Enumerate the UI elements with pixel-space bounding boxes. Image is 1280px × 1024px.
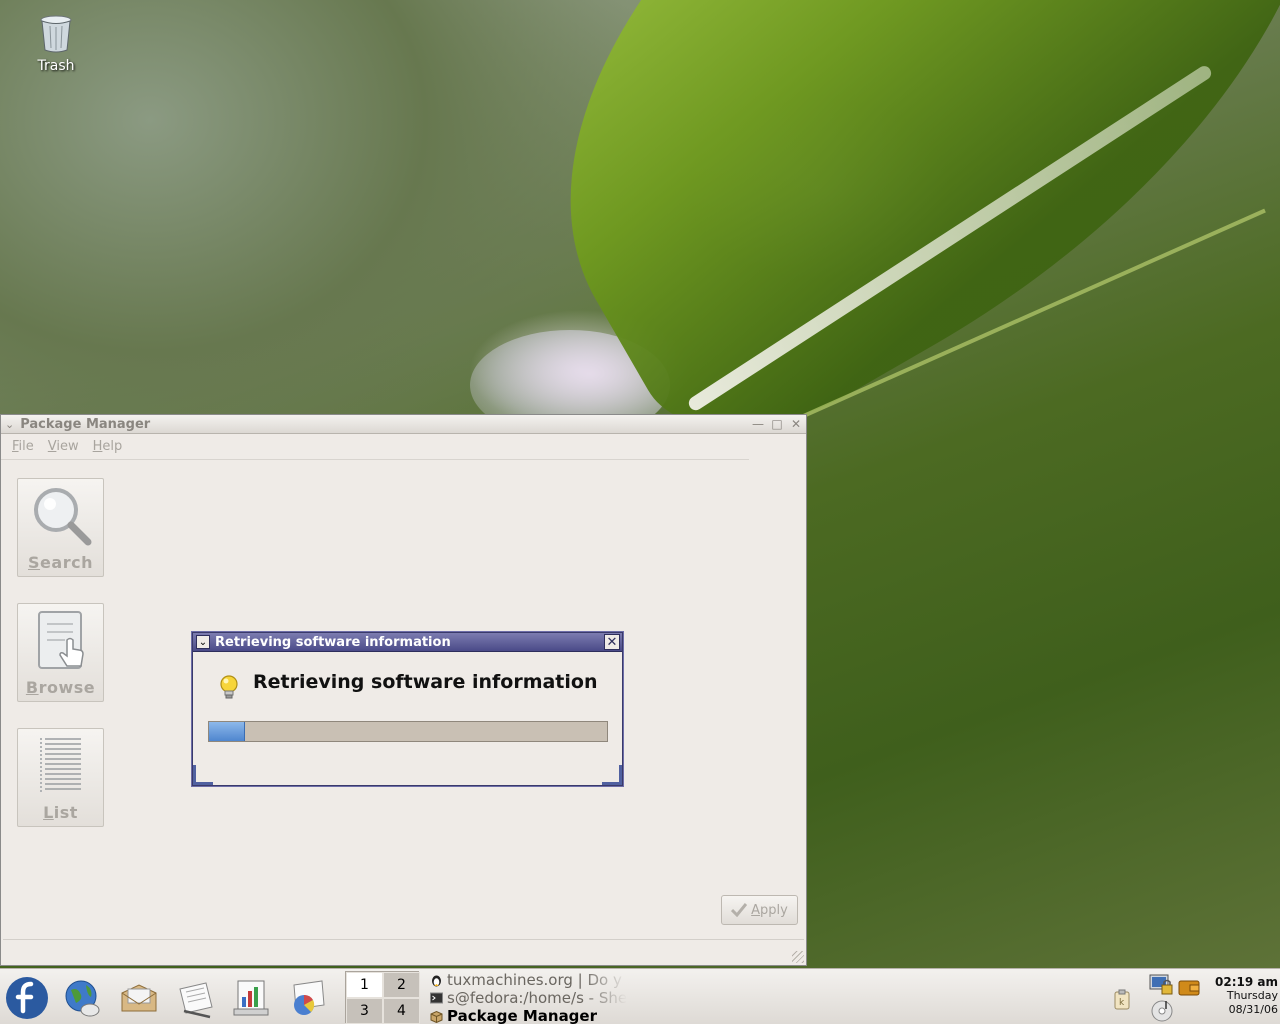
text-editor-launcher[interactable] [172,975,218,1021]
retrieving-dialog: ⌄ Retrieving software information ✕ Retr… [192,632,623,786]
network-lock-icon[interactable] [1148,973,1174,997]
list-rest: ist [53,803,78,822]
task-terminal[interactable]: s@fedora:/home/s - She [430,989,630,1007]
browse-hand-icon [37,611,84,669]
clock[interactable]: 02:19 am Thursday 08/31/06 [1206,975,1278,1017]
list-button[interactable]: List [17,728,104,827]
desktop-icon-trash[interactable]: Trash [25,14,87,74]
menu-help[interactable]: Help [87,439,129,454]
task-package-manager-label: Package Manager [447,1007,597,1024]
minimize-button[interactable]: — [750,416,766,432]
web-browser-launcher[interactable] [60,975,106,1021]
presentation-launcher[interactable] [228,975,274,1021]
apply-button[interactable]: Apply [721,895,798,925]
web-browser-icon [65,980,100,1017]
window-list: tuxmachines.org | Do y s@fedora:/home/s … [430,971,630,1024]
statusbar [3,939,804,961]
tux-icon [432,975,441,986]
trash-icon [40,15,72,53]
dialog-close-button[interactable]: ✕ [604,634,620,650]
window-menu-icon[interactable]: ⌄ [5,418,14,431]
close-button[interactable]: ✕ [788,416,804,432]
dialog-title: Retrieving software information [215,634,451,650]
spreadsheet-launcher[interactable] [284,975,330,1021]
svg-text:k: k [1119,998,1125,1008]
task-browser-label: tuxmachines.org | Do y [447,971,622,989]
desktop-icon-label: Trash [37,58,75,74]
search-button[interactable]: Search [17,478,104,577]
workspace-1-label: 1 [360,977,369,993]
browse-rest: rowse [38,678,96,697]
browse-button[interactable]: Browse [17,603,104,702]
menu-help-mnemonic: H [92,439,103,454]
fedora-logo-icon [6,977,48,1019]
maximize-button[interactable]: □ [769,416,785,432]
menu-view-rest: iew [56,439,79,454]
presentation-icon [233,980,269,1016]
spreadsheet-icon [293,980,325,1015]
search-mnemonic: S [28,553,41,572]
workspace-3-label: 3 [360,1003,369,1019]
task-browser[interactable]: tuxmachines.org | Do y [430,971,630,989]
apply-button-label: Apply [751,903,788,918]
browse-button-label: Browse [26,678,95,697]
task-package-manager[interactable]: Package Manager [430,1007,630,1024]
cd-player-icon[interactable] [1150,999,1174,1023]
email-icon [121,984,157,1012]
list-icon [39,738,81,793]
dialog-heading: Retrieving software information [253,671,598,693]
workspace-4[interactable]: 4 [383,998,420,1024]
browse-mnemonic: B [25,678,39,697]
apply-mnemonic: A [751,902,761,918]
progress-bar-fill [209,722,245,741]
terminal-icon [430,992,443,1003]
dialog-resize-corner-left[interactable] [193,765,213,785]
dialog-menu-icon[interactable]: ⌄ [196,635,210,649]
workspace-2-label: 2 [397,977,406,993]
menu-view[interactable]: View [42,439,85,454]
workspace-3[interactable]: 3 [346,998,383,1024]
menu-file-rest: ile [18,439,34,454]
dialog-titlebar[interactable]: ⌄ Retrieving software information ✕ [193,633,622,652]
package-icon [430,1010,443,1023]
menu-help-rest: elp [102,439,123,454]
search-button-label: Search [28,553,93,572]
email-launcher[interactable] [116,975,162,1021]
apply-rest: pply [760,902,788,918]
clock-day: Thursday [1226,989,1278,1002]
search-rest: earch [40,553,93,572]
check-icon [731,903,748,917]
list-mnemonic: L [43,803,54,822]
workspace-1[interactable]: 1 [346,972,383,998]
klipper-icon[interactable]: k [1112,989,1132,1011]
window-title: Package Manager [20,416,151,432]
progress-bar [208,721,608,742]
bottom-panel: 1 2 3 4 tuxmachines.org | Do y s@fedora:… [0,968,1280,1024]
dialog-resize-corner-right[interactable] [602,765,622,785]
lightbulb-icon [220,675,238,699]
workspace-switcher: 1 2 3 4 [345,971,420,1024]
magnifier-icon [33,488,91,546]
task-terminal-label: s@fedora:/home/s - She [447,989,627,1007]
clock-time: 02:19 am [1215,975,1278,989]
text-editor-icon [179,982,213,1019]
workspace-2[interactable]: 2 [383,972,420,998]
menu-file[interactable]: File [6,439,40,454]
fedora-menu-button[interactable] [4,975,50,1021]
workspace-4-label: 4 [397,1003,406,1019]
resize-grip[interactable] [792,951,804,963]
wallet-icon[interactable] [1178,977,1200,997]
window-titlebar[interactable]: ⌄ Package Manager — □ ✕ [1,415,806,434]
clock-date: 08/31/06 [1228,1003,1278,1016]
list-button-label: List [43,803,78,822]
menubar: File View Help [1,434,749,460]
